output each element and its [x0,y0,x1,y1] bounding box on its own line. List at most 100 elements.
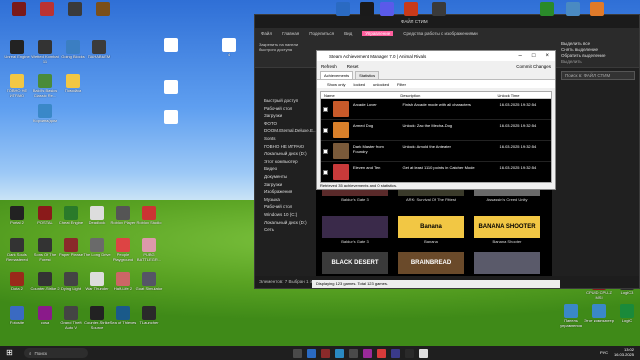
tab-statistics[interactable]: Statistics [355,71,380,79]
taskbar-app-icon[interactable] [363,348,372,358]
desktop-icon[interactable]: Unreal Engine [2,40,32,60]
taskbar-app-icon[interactable] [321,348,330,358]
desktop-icon[interactable] [156,110,186,125]
desktop-icon[interactable] [60,2,90,17]
sam-titlebar[interactable]: Steam Achievement Manager 7.0 | Animal R… [317,51,555,61]
nav-item[interactable]: Изображения [255,188,317,196]
desktop-icon[interactable] [32,2,62,17]
pinned-app-icon[interactable] [336,2,350,16]
achievement-row[interactable]: Armed Dog Unlock: Zac the Mecha-Dog 16.03.… [321,120,551,141]
desktop-icon[interactable] [156,80,186,95]
desktop-icon[interactable]: Dota 2 [2,272,32,292]
start-button[interactable]: ⊞ [6,348,13,357]
achievement-checkbox[interactable] [323,106,329,112]
desktop-icon[interactable]: Этот компьютер [584,304,614,324]
ribbon-tab-home[interactable]: Главная [282,31,299,36]
system-tray[interactable]: 13:02 16.03.2025 [614,347,634,357]
col-unlock-time[interactable]: Unlock Time [497,92,551,98]
col-description[interactable]: Description [400,92,497,98]
minimize-icon[interactable]: – [519,53,522,59]
desktop-icon[interactable]: Goat Simulator [134,272,164,292]
nav-item[interactable]: Локальный диск (D:) [255,150,317,158]
desktop-icon[interactable]: Baldi's Basics Classic Re... [30,74,60,98]
nav-item[interactable]: ФОТО [255,120,317,128]
achievement-checkbox[interactable] [323,127,329,133]
nav-item[interactable]: Документы [255,173,317,181]
taskbar-app-icon[interactable] [307,348,316,358]
game-tile[interactable]: BRAINBREAD [398,252,464,274]
ribbon-tab-file[interactable]: Файл [261,31,272,36]
filter-locked[interactable]: locked [353,82,365,87]
filter-unlocked[interactable]: unlocked [373,82,389,87]
game-tile[interactable]: BLACK DESERT [322,252,388,274]
close-icon[interactable]: × [545,53,549,59]
nav-item[interactable]: DOOM.Eternal.Deluxe.E... [255,127,317,135]
pinned-app-icon[interactable] [590,2,604,16]
desktop-icon[interactable] [88,2,118,17]
nav-item[interactable]: Быстрый доступ [255,97,317,105]
desktop-icon[interactable]: ГОВНО НЕ ИГРАЮ [2,74,32,98]
desktop-icon[interactable]: Помойка [58,74,88,94]
desktop-icon[interactable]: Fotosite [2,306,32,326]
commit-changes-button[interactable]: Commit Changes [516,64,555,69]
nav-item[interactable]: Рабочий стол [255,203,317,211]
taskbar-app-icon[interactable] [377,348,386,358]
achievement-row[interactable]: Eleven and Ten Get at least 1110 points i… [321,162,551,182]
desktop-icon[interactable]: Portal 2 [2,206,32,226]
achievement-checkbox[interactable] [323,169,329,175]
achievement-row[interactable]: Arcade Lover Finish Arcade mode with all … [321,99,551,120]
game-tile[interactable]: BANANA SHOOTER [474,216,540,238]
refresh-button[interactable]: Refresh [321,64,337,69]
ribbon-tab-share[interactable]: Поделиться [309,31,334,36]
desktop-icon[interactable]: TLauncher [134,306,164,326]
pinned-app-icon[interactable] [432,2,446,16]
maximize-icon[interactable]: □ [532,53,536,59]
taskbar-app-icon[interactable] [335,348,344,358]
game-tile[interactable] [322,216,388,238]
ribbon-tab-manage[interactable]: Управление [362,31,394,36]
desktop-icon[interactable]: Wetted Kombat 11 [30,40,60,64]
taskbar-app-icon[interactable] [419,348,428,358]
pinned-app-icon[interactable] [540,2,554,16]
pinned-app-icon[interactable] [380,2,394,16]
nav-item[interactable]: Windows 10 (C:) [255,211,317,219]
nav-item[interactable]: Загрузки [255,181,317,189]
achievement-checkbox[interactable] [323,148,329,154]
nav-item[interactable]: Загрузки [255,112,317,120]
game-tile[interactable] [474,252,540,274]
nav-item[interactable]: Локальный диск (D:) [255,219,317,227]
col-name[interactable]: Name [321,92,351,98]
taskbar-search[interactable]: ⌕ Поиск [24,348,88,358]
desktop-icon[interactable] [156,38,186,53]
taskbar-app-icon[interactable] [349,348,358,358]
desktop-icon[interactable]: Dark Souls Remastered [2,238,32,262]
nav-item[interactable]: Этот компьютер [255,158,317,166]
pinned-app-icon[interactable] [404,2,418,16]
desktop-icon[interactable]: Панель управления [556,304,586,328]
desktop-icon[interactable]: 4 [214,38,244,58]
desktop-icon[interactable]: Roblox Studio [134,206,164,226]
taskbar-app-icon[interactable] [391,348,400,358]
desktop-icon[interactable]: Корзина/дом [30,104,60,124]
reset-button[interactable]: Reset [347,64,359,69]
pinned-app-icon[interactable] [566,2,580,16]
nav-item[interactable]: ГОВНО НЕ ИГРАЮ [255,143,317,151]
explorer-search-input[interactable]: Поиск в: ФАЙЛ СТИМ [561,71,635,80]
nav-item[interactable]: Sonts [255,135,317,143]
taskbar-app-icon[interactable] [405,348,414,358]
tray-language[interactable]: РУС [600,350,608,355]
desktop-icon[interactable]: LogiC [612,304,640,324]
nav-item[interactable]: Музыка [255,196,317,204]
desktop-icon[interactable]: PUBG BATTLEGR... [134,238,164,262]
nav-item[interactable]: Сеть [255,226,317,234]
game-tile[interactable]: Banana [398,216,464,238]
filter-input[interactable]: Filter [397,82,406,87]
ribbon-tab-image-tools[interactable]: Средства работы с изображениями [403,31,477,36]
pin-quick-access-button[interactable]: Закрепить на панели быстрого доступа [259,42,315,52]
nav-item[interactable]: Видео [255,165,317,173]
tab-achievements[interactable]: Achievements [320,71,354,79]
desktop-icon[interactable]: ПАНАВЬЕМ [84,40,114,60]
nav-item[interactable]: Рабочий стол [255,105,317,113]
explorer-titlebar[interactable]: ФАЙЛ СТИМ [255,15,639,28]
taskbar-app-icon[interactable] [293,348,302,358]
